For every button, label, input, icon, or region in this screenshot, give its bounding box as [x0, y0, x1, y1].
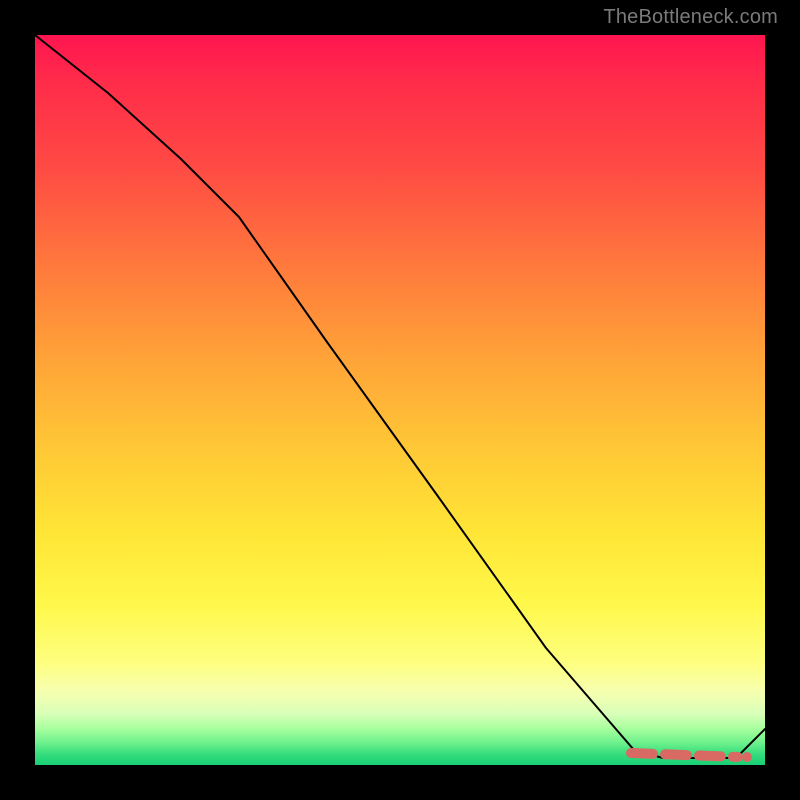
chart-overlay	[35, 35, 765, 765]
chart-stage: TheBottleneck.com	[0, 0, 800, 800]
optimal-range-marker	[631, 753, 738, 757]
watermark-text: TheBottleneck.com	[603, 6, 778, 29]
bottleneck-curve	[35, 35, 765, 758]
optimal-range-end-dot	[742, 752, 752, 762]
